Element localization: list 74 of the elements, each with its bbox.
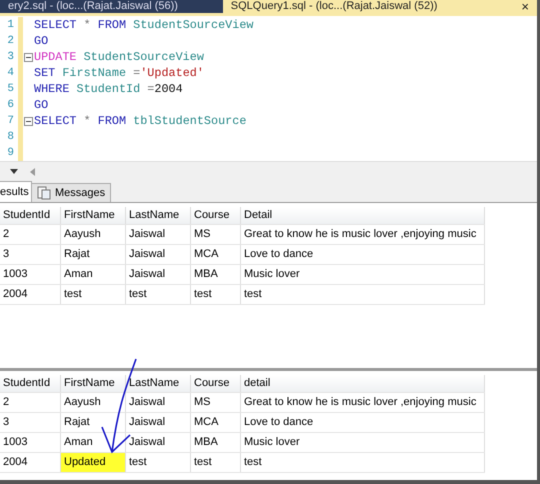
table-cell: MCA	[191, 245, 241, 264]
table-cell: Love to dance	[241, 245, 485, 264]
table-cell: Jaiswal	[126, 265, 191, 284]
table-cell: 3	[0, 245, 61, 264]
table-cell: Jaiswal	[126, 413, 191, 432]
code-line: WHERE StudentId =2004	[34, 82, 183, 96]
table-cell: MBA	[191, 433, 241, 452]
code-line: GO	[34, 34, 48, 48]
results-tab[interactable]: esults	[0, 181, 32, 202]
column-header[interactable]: StudentId	[0, 375, 61, 392]
table-cell: Jaiswal	[126, 393, 191, 412]
code-line: SELECT * FROM StudentSourceView	[34, 18, 254, 32]
table-cell: Music lover	[241, 265, 485, 284]
column-header[interactable]: Course	[191, 375, 241, 392]
messages-icon	[37, 186, 51, 200]
column-header[interactable]: FirstName	[61, 207, 126, 224]
table-cell: test	[126, 453, 191, 472]
table-cell: Aayush	[61, 393, 126, 412]
column-header[interactable]: FirstName	[61, 375, 126, 392]
table-cell: Aman	[61, 265, 126, 284]
table-cell: Rajat	[61, 245, 126, 264]
table-cell: Aman	[61, 433, 126, 452]
table-cell: Updated	[61, 453, 126, 472]
table-cell: Aayush	[61, 225, 126, 244]
table-cell: MCA	[191, 413, 241, 432]
table-cell: test	[241, 453, 485, 472]
line-number: 3	[6, 50, 14, 65]
line-number: 9	[6, 146, 14, 161]
line-number: 8	[6, 130, 14, 145]
table-cell: test	[126, 285, 191, 304]
table-cell: 1003	[0, 265, 61, 284]
code-line: SET FirstName ='Updated'	[34, 66, 204, 80]
table-cell: test	[241, 285, 485, 304]
code-line: SELECT * FROM tblStudentSource	[34, 114, 246, 128]
collapse-icon[interactable]	[24, 116, 33, 126]
column-header[interactable]: detail	[241, 375, 485, 392]
table-cell: MBA	[191, 265, 241, 284]
table-cell: MS	[191, 393, 241, 412]
table-cell: Jaiswal	[126, 245, 191, 264]
code-line: GO	[34, 98, 48, 112]
table-cell: 3	[0, 413, 61, 432]
table-cell: Jaiswal	[126, 225, 191, 244]
line-number: 6	[6, 98, 14, 113]
column-header[interactable]: LastName	[126, 207, 191, 224]
line-number: 5	[6, 82, 14, 97]
table-cell: 1003	[0, 433, 61, 452]
column-header[interactable]: Course	[191, 207, 241, 224]
table-cell: MS	[191, 225, 241, 244]
line-number: 2	[6, 34, 14, 49]
code-line: UPDATE StudentSourceView	[34, 50, 204, 64]
table-cell: Jaiswal	[126, 433, 191, 452]
table-cell: 2	[0, 393, 61, 412]
column-header[interactable]: Detail	[241, 207, 485, 224]
table-cell: Music lover	[241, 433, 485, 452]
column-header[interactable]: LastName	[126, 375, 191, 392]
table-cell: Love to dance	[241, 413, 485, 432]
line-number: 1	[6, 18, 14, 33]
line-number: 7	[6, 114, 14, 129]
table-cell: Great to know he is music lover ,enjoying music	[241, 393, 485, 412]
table-cell: test	[191, 285, 241, 304]
table-cell: test	[61, 285, 126, 304]
column-header[interactable]: StudentId	[0, 207, 61, 224]
document-tab[interactable]: ery2.sql - (loc...(Rajat.Jaiswal (56))	[0, 0, 199, 13]
results-tab[interactable]: Messages	[31, 183, 112, 202]
dropdown-caret-icon[interactable]	[10, 169, 18, 175]
table-cell: 2	[0, 225, 61, 244]
table-cell: 2004	[0, 285, 61, 304]
table-cell: Great to know he is music lover ,enjoying music	[241, 225, 485, 244]
table-cell: Rajat	[61, 413, 126, 432]
close-icon[interactable]: ×	[521, 0, 529, 13]
collapse-icon[interactable]	[24, 52, 33, 62]
line-number: 4	[6, 66, 14, 81]
table-cell: test	[191, 453, 241, 472]
document-tab[interactable]: SQLQuery1.sql - (loc...(Rajat.Jaiswal (52)) ×	[222, 0, 537, 13]
